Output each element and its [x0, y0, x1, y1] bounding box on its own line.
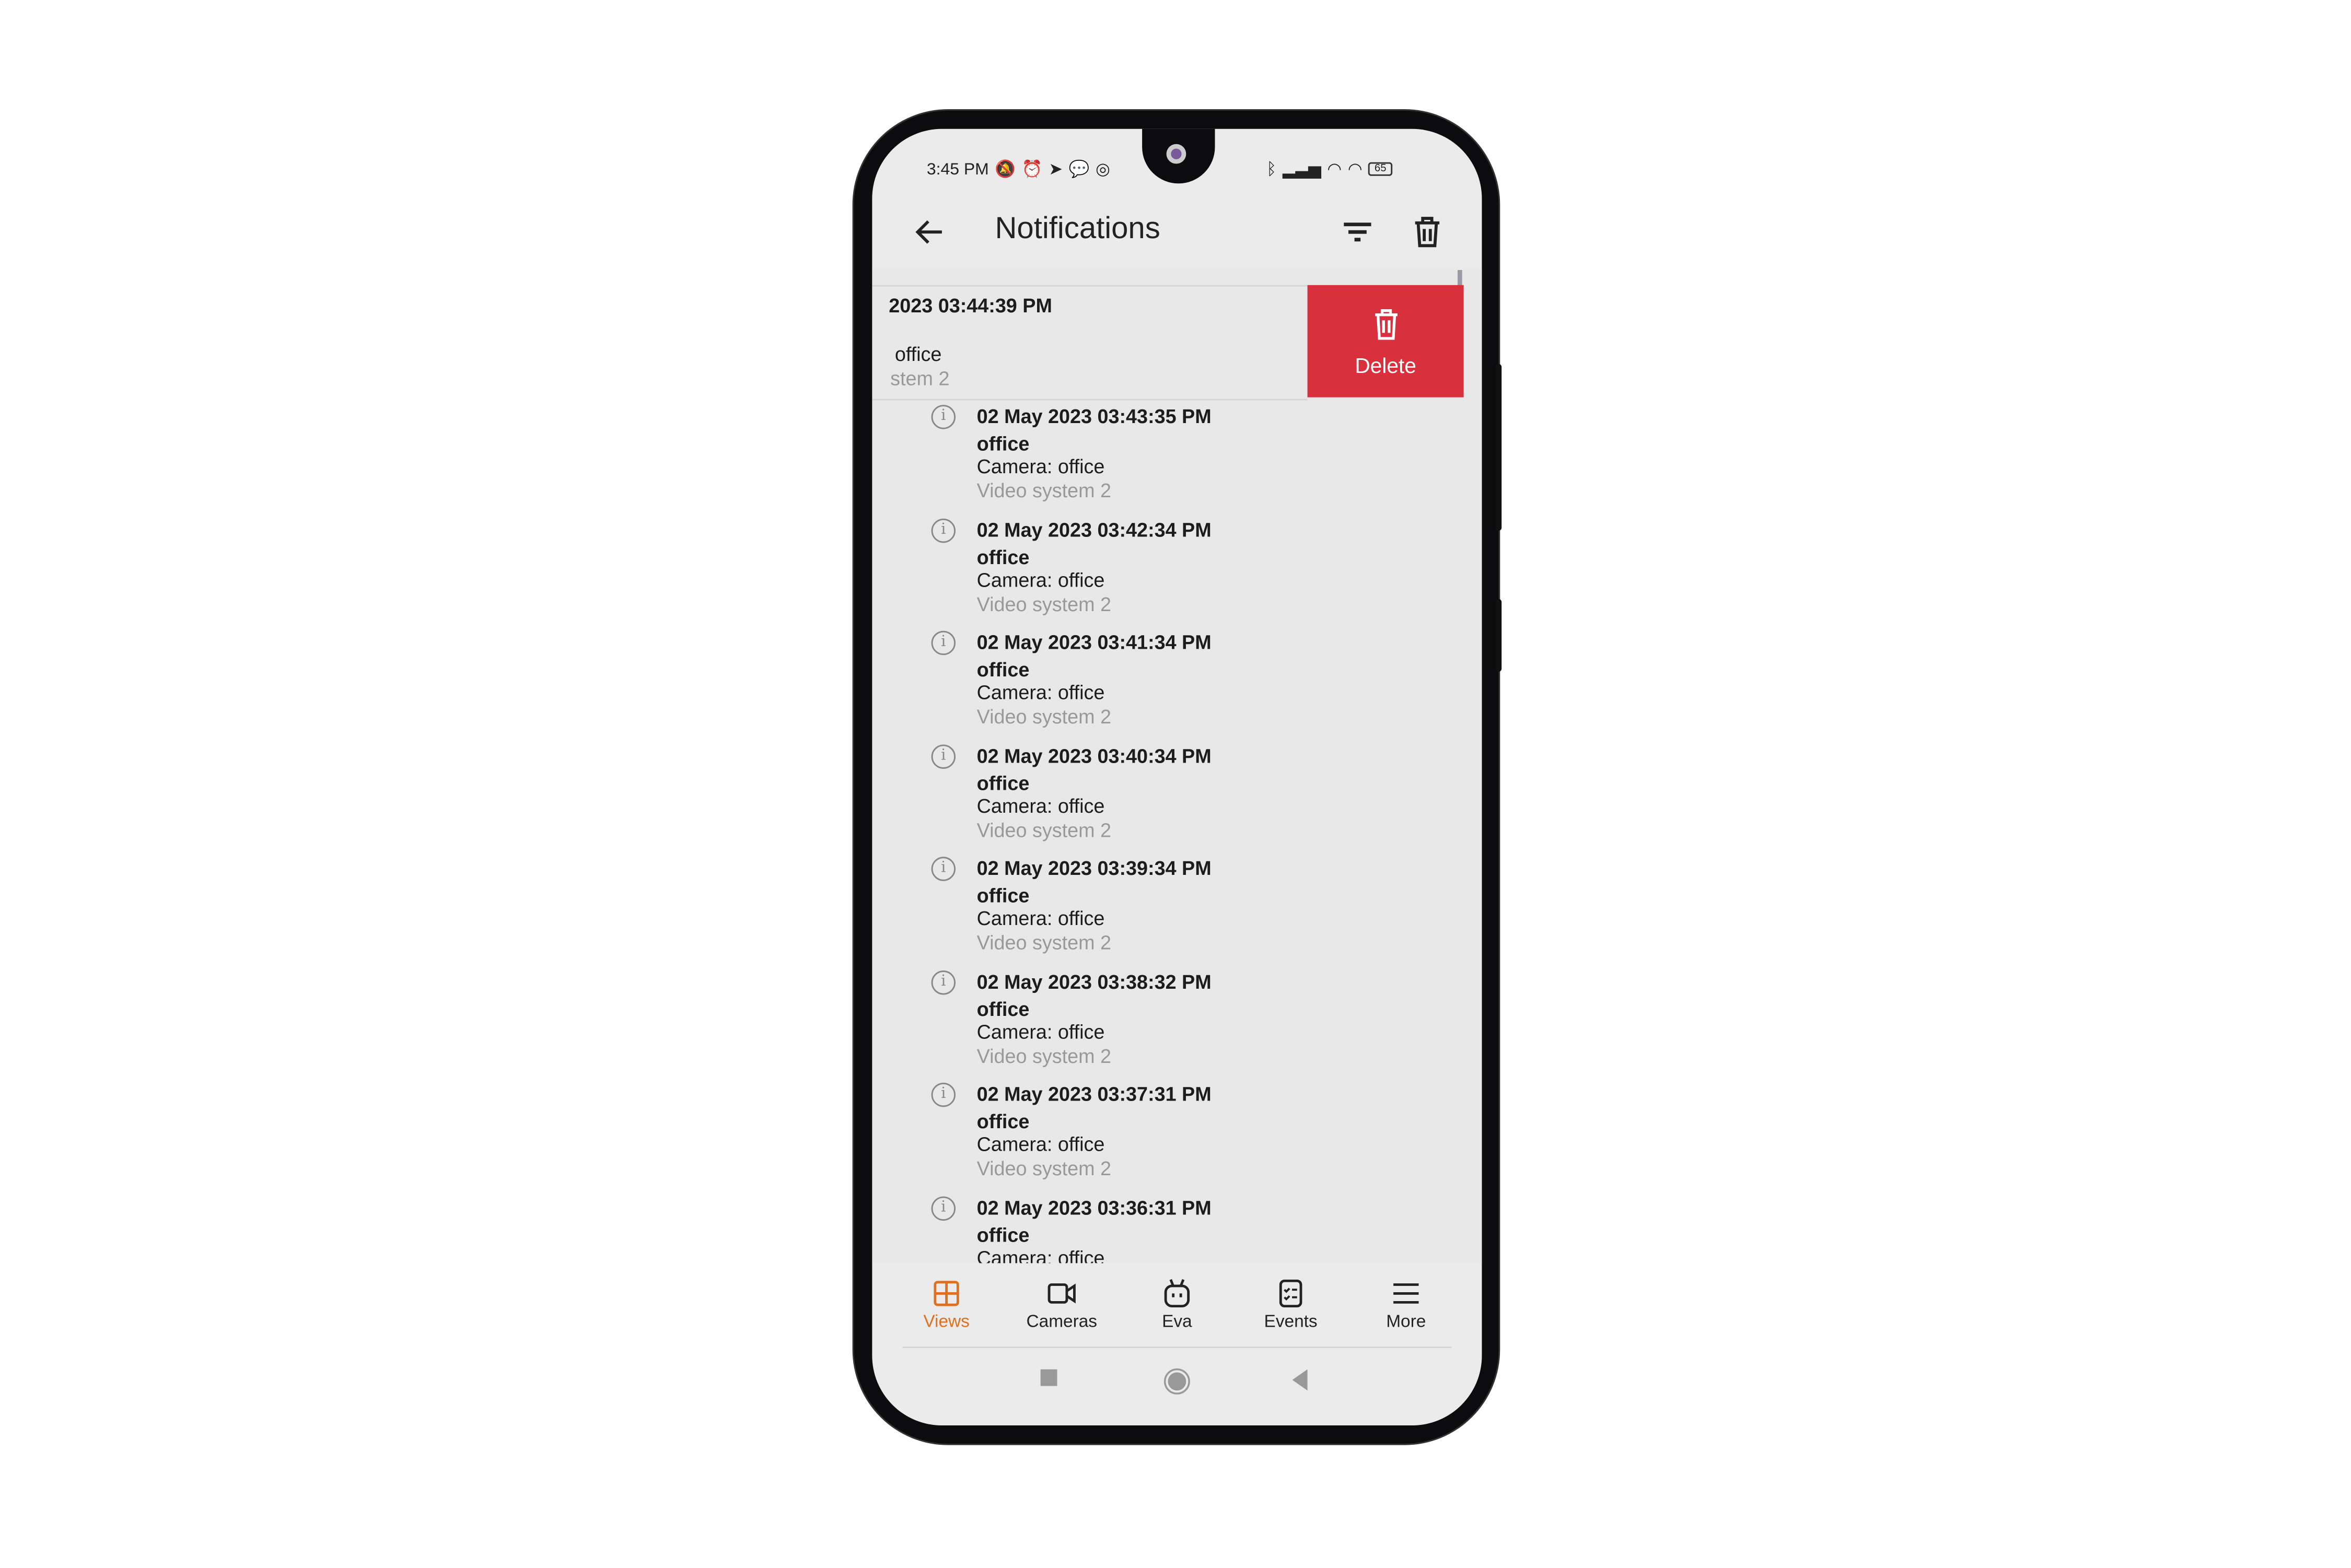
notification-title: office — [976, 771, 1030, 794]
notification-date: 02 May 2023 03:36:31 PM — [976, 1196, 1212, 1219]
notification-item[interactable]: i 02 May 2023 03:43:35 PM office Camera:… — [872, 402, 1482, 514]
nav-item-views[interactable]: Views — [893, 1278, 999, 1331]
info-icon: i — [931, 405, 956, 429]
power-button — [1495, 364, 1502, 531]
grid-icon — [934, 1281, 959, 1306]
notification-date: 02 May 2023 03:43:35 PM — [976, 405, 1212, 428]
notification-title: office — [976, 1110, 1030, 1133]
notification-camera: Camera: office — [976, 907, 1105, 930]
nav-label: Views — [923, 1313, 970, 1332]
info-icon: i — [931, 969, 956, 994]
nav-item-events[interactable]: Events — [1238, 1278, 1344, 1331]
notification-date: 02 May 2023 03:42:34 PM — [976, 518, 1212, 541]
delete-label: Delete — [1355, 353, 1416, 378]
page-title: Notifications — [995, 212, 1160, 246]
notification-system: Video system 2 — [976, 592, 1112, 615]
front-camera — [1166, 144, 1186, 164]
telegram-icon: ➤ — [1049, 160, 1063, 179]
trash-icon[interactable] — [1409, 214, 1446, 250]
app-header: Notifications — [872, 197, 1482, 265]
nav-label: Events — [1264, 1313, 1318, 1332]
nav-item-more[interactable]: More — [1353, 1278, 1459, 1331]
battery-icon: 65 — [1368, 162, 1393, 176]
robot-icon — [1164, 1279, 1190, 1308]
notification-camera: Camera: office — [976, 681, 1105, 704]
notification-item[interactable]: i 02 May 2023 03:39:34 PM office Camera:… — [872, 854, 1482, 966]
notification-title: office — [976, 545, 1030, 568]
recents-icon[interactable] — [1040, 1369, 1059, 1388]
filter-icon[interactable] — [1340, 214, 1376, 250]
info-icon: i — [931, 1082, 956, 1107]
notification-title: office — [976, 1223, 1030, 1246]
menu-icon — [1393, 1283, 1419, 1304]
notification-item[interactable]: i 02 May 2023 03:37:31 PM office Camera:… — [872, 1080, 1482, 1192]
notification-camera: Camera: office — [976, 1020, 1105, 1043]
volume-button — [1495, 599, 1502, 672]
bluetooth-icon: ᛒ — [1266, 160, 1277, 179]
home-icon[interactable] — [1163, 1368, 1191, 1395]
notification-list[interactable]: 2023 03:44:39 PM office stem 2 Delete i … — [872, 270, 1482, 1263]
nav-label: Cameras — [1026, 1313, 1097, 1332]
notification-date: 02 May 2023 03:39:34 PM — [976, 857, 1212, 880]
notification-system: stem 2 — [890, 367, 950, 390]
arrow-left-icon[interactable] — [912, 214, 948, 250]
whatsapp-icon: ◎ — [1095, 160, 1110, 179]
delete-button[interactable]: Delete — [1307, 285, 1464, 397]
wifi2-icon: ◠ — [1347, 160, 1363, 179]
notification-system: Video system 2 — [976, 818, 1112, 841]
notification-date: 02 May 2023 03:40:34 PM — [976, 744, 1212, 767]
wifi-icon: ◠ — [1327, 160, 1342, 179]
status-right: ᛒ ▂▃▅ ◠ ◠ 65 — [1266, 159, 1393, 179]
swiped-notification[interactable]: 2023 03:44:39 PM office stem 2 — [872, 285, 1308, 401]
notification-camera: Camera: office — [976, 793, 1105, 817]
notification-camera: Camera: office — [976, 454, 1105, 478]
nav-item-eva[interactable]: Eva — [1124, 1278, 1230, 1331]
checklist-icon — [1279, 1279, 1302, 1308]
notification-system: Video system 2 — [976, 931, 1112, 954]
notification-item[interactable]: i 02 May 2023 03:41:34 PM office Camera:… — [872, 628, 1482, 740]
notification-system: Video system 2 — [976, 705, 1112, 728]
status-time: 3:45 PM — [926, 160, 989, 179]
mute-bell-icon: 🔕 — [995, 160, 1016, 179]
notification-title: office — [976, 997, 1030, 1020]
info-icon: i — [931, 857, 956, 881]
notification-item[interactable]: i 02 May 2023 03:42:34 PM office Camera:… — [872, 515, 1482, 627]
notification-title: office — [976, 432, 1030, 455]
bottom-nav: Views Cameras Eva Events More — [872, 1263, 1482, 1348]
alarm-icon: ⏰ — [1021, 160, 1043, 179]
status-left: 3:45 PM 🔕 ⏰ ➤ 💬 ◎ — [927, 159, 1110, 179]
notification-camera: Camera: office — [976, 568, 1105, 591]
notification-title: office — [976, 658, 1030, 681]
notification-system: Video system 2 — [976, 1044, 1112, 1067]
notification-camera: Camera: office — [976, 1245, 1105, 1263]
notification-date: 02 May 2023 03:41:34 PM — [976, 630, 1212, 654]
info-icon: i — [931, 630, 956, 656]
screen: 3:45 PM 🔕 ⏰ ➤ 💬 ◎ ᛒ ▂▃▅ ◠ ◠ 65 Notificat… — [872, 128, 1482, 1426]
notification-date: 02 May 2023 03:38:32 PM — [976, 969, 1212, 993]
notification-item[interactable]: i 02 May 2023 03:38:32 PM office Camera:… — [872, 967, 1482, 1079]
notification-date: 2023 03:44:39 PM — [889, 294, 1052, 317]
notification-item[interactable]: i 02 May 2023 03:40:34 PM office Camera:… — [872, 741, 1482, 853]
signal-icon: ▂▃▅ — [1282, 160, 1321, 179]
info-icon: i — [931, 518, 956, 542]
notification-date: 02 May 2023 03:37:31 PM — [976, 1082, 1212, 1106]
nav-item-cameras[interactable]: Cameras — [1009, 1278, 1115, 1331]
notification-item[interactable]: i 02 May 2023 03:36:31 PM office Camera:… — [872, 1192, 1482, 1263]
notification-title: office — [976, 884, 1030, 907]
trash-icon — [1374, 309, 1397, 340]
info-icon: i — [931, 1196, 956, 1220]
notification-camera: office — [894, 343, 942, 366]
nav-label: Eva — [1162, 1313, 1192, 1332]
info-icon: i — [931, 744, 956, 768]
notification-system: Video system 2 — [976, 1157, 1112, 1180]
nav-label: More — [1386, 1313, 1426, 1332]
back-nav-icon[interactable] — [1291, 1369, 1309, 1391]
divider — [902, 1347, 1452, 1348]
notification-system: Video system 2 — [976, 479, 1112, 502]
chat-icon: 💬 — [1068, 160, 1090, 179]
video-camera-icon — [1048, 1283, 1076, 1304]
notification-camera: Camera: office — [976, 1132, 1105, 1156]
